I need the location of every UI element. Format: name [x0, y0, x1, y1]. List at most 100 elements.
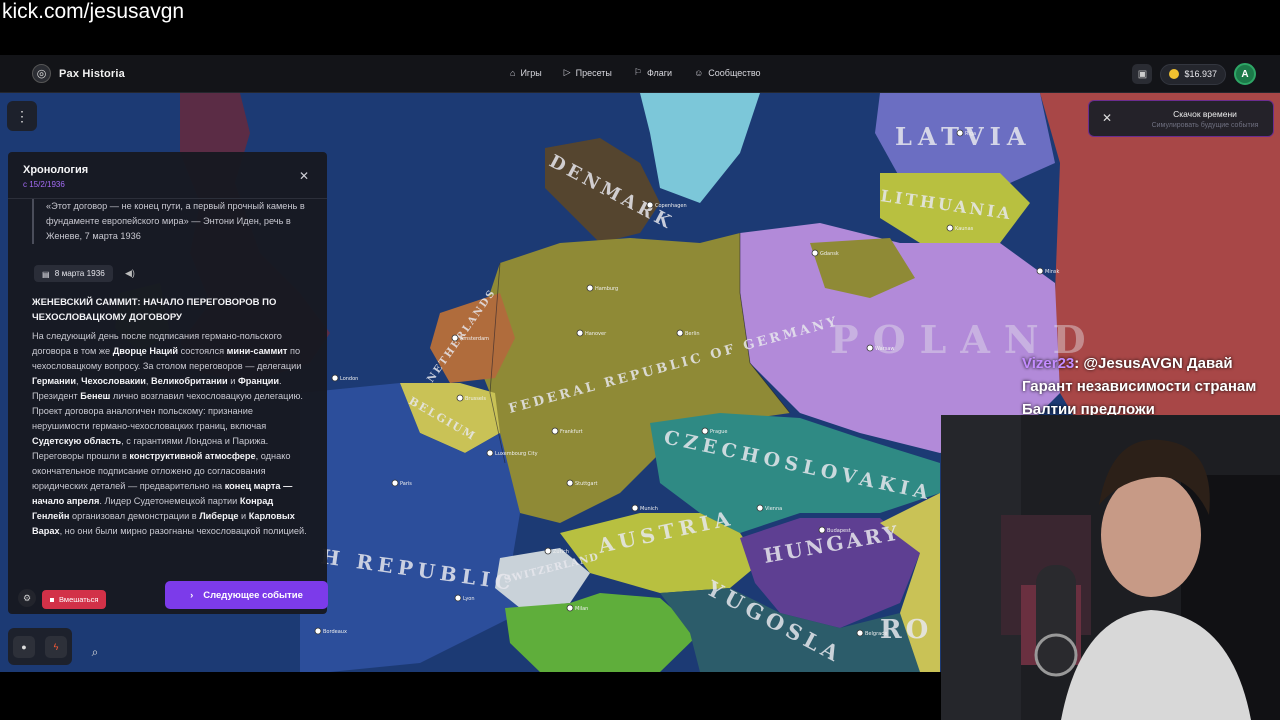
next-event-label: Следующее событие — [203, 589, 303, 601]
city-marker[interactable]: Brussels — [456, 394, 486, 402]
city-label: Munich — [640, 506, 658, 512]
main-nav: ⌂ Игры ▷ Пресеты ⚐ Флаги ☺ Сообщество — [510, 67, 761, 78]
event-text-run: Франции — [237, 376, 280, 386]
city-marker[interactable]: Paris — [391, 479, 412, 487]
brand[interactable]: ◎ Pax Historia — [32, 64, 125, 83]
city-dot[interactable] — [818, 526, 826, 534]
search-icon[interactable]: ⌕ — [84, 641, 106, 663]
city-dot[interactable] — [856, 629, 864, 637]
event-text-run: и — [227, 376, 238, 386]
city-label: Warsaw — [875, 346, 895, 352]
city-marker[interactable]: Munich — [631, 504, 658, 512]
city-marker[interactable]: Hanover — [576, 329, 607, 337]
city-dot[interactable] — [956, 129, 964, 137]
city-dot[interactable] — [486, 449, 494, 457]
timeline-body[interactable]: «Этот договор — не конец пути, а первый … — [8, 199, 327, 614]
city-marker[interactable]: Berlin — [676, 329, 700, 337]
city-dot[interactable] — [314, 627, 322, 635]
city-marker[interactable]: Minsk — [1036, 267, 1059, 275]
city-label: Hanover — [585, 331, 607, 337]
city-dot[interactable] — [866, 344, 874, 352]
city-marker[interactable]: Hamburg — [586, 284, 618, 292]
city-label: Paris — [400, 481, 412, 487]
next-event-button[interactable]: › Следующее событие — [165, 581, 328, 609]
close-icon[interactable]: ✕ — [1102, 111, 1112, 125]
time-skip-card[interactable]: ✕ Скачок времени Симулировать будущие со… — [1088, 100, 1274, 137]
city-dot[interactable] — [676, 329, 684, 337]
chat-bubble-icon[interactable]: ● — [13, 635, 35, 658]
city-label: Gdansk — [820, 251, 839, 257]
nav-games[interactable]: ⌂ Игры — [510, 67, 542, 78]
city-dot[interactable] — [631, 504, 639, 512]
city-marker[interactable]: Gdansk — [811, 249, 839, 257]
city-marker[interactable]: Luxembourg City — [486, 449, 538, 457]
city-marker[interactable]: Warsaw — [866, 344, 895, 352]
city-label: Luxembourg City — [495, 451, 538, 457]
city-marker[interactable]: Lyon — [454, 594, 475, 602]
account-tools: ▣ $16.937 A — [1132, 63, 1256, 85]
gamepad-icon: ⌂ — [510, 67, 516, 78]
city-dot[interactable] — [451, 334, 459, 342]
event-text-run: конструктивной атмосфере — [129, 451, 256, 461]
city-dot[interactable] — [586, 284, 594, 292]
city-dot[interactable] — [551, 427, 559, 435]
city-marker[interactable]: Zurich — [544, 547, 569, 555]
speaker-icon[interactable]: ◀) — [125, 268, 135, 279]
city-dot[interactable] — [456, 394, 464, 402]
city-label: Copenhagen — [655, 203, 687, 209]
city-marker[interactable]: Kaunas — [946, 224, 974, 232]
city-dot[interactable] — [811, 249, 819, 257]
nav-community-label: Сообщество — [708, 67, 761, 78]
nav-community[interactable]: ☺ Сообщество — [694, 67, 761, 78]
city-marker[interactable]: London — [331, 374, 358, 382]
nav-flags[interactable]: ⚐ Флаги — [634, 67, 672, 78]
event-title: ЖЕНЕВСКИЙ САММИТ: НАЧАЛО ПЕРЕГОВОРОВ ПО … — [32, 297, 277, 323]
bottom-toolbar: ● ϟ — [8, 628, 72, 665]
city-dot[interactable] — [576, 329, 584, 337]
city-dot[interactable] — [946, 224, 954, 232]
chat-message-1: Vizer23: @JesusAVGN Давай Гарант независ… — [1022, 352, 1280, 421]
city-label: Kaunas — [955, 226, 974, 232]
users-icon: ☺ — [694, 67, 704, 78]
city-dot[interactable] — [544, 547, 552, 555]
close-icon[interactable]: ✕ — [299, 169, 309, 183]
city-marker[interactable]: Frankfurt — [551, 427, 583, 435]
city-dot[interactable] — [331, 374, 339, 382]
city-label: Stuttgart — [575, 481, 598, 487]
webcam-image — [941, 415, 1280, 720]
city-dot[interactable] — [646, 201, 654, 209]
balance-badge[interactable]: $16.937 — [1160, 63, 1226, 85]
city-dot[interactable] — [701, 427, 709, 435]
city-marker[interactable]: Prague — [701, 427, 727, 435]
city-label: Minsk — [1045, 269, 1059, 275]
city-marker[interactable]: Milan — [566, 604, 588, 612]
lightning-icon[interactable]: ϟ — [45, 635, 67, 658]
event-text-run: , но они были мирно разогнаны чехословац… — [59, 526, 307, 536]
nav-presets-label: Пресеты — [575, 67, 612, 78]
city-dot[interactable] — [391, 479, 399, 487]
more-menu-button[interactable]: ⋮ — [7, 101, 37, 131]
city-label: Zurich — [553, 549, 569, 555]
gift-icon[interactable]: ▣ — [1132, 64, 1153, 84]
balance-value: $16.937 — [1184, 69, 1217, 79]
event-text-run: состоялся — [178, 346, 227, 356]
city-marker[interactable]: Vienna — [756, 504, 782, 512]
city-dot[interactable] — [566, 479, 574, 487]
city-dot[interactable] — [454, 594, 462, 602]
stream-frame: kick.com/jesusavgn DENMARK LATVIA LITHUA… — [0, 0, 1280, 720]
city-marker[interactable]: Belgrade — [856, 629, 887, 637]
event-text-run: Чехословакии — [81, 376, 146, 386]
settings-icon[interactable]: ⚙ — [18, 589, 36, 607]
timeline-since-date: с 15/2/1936 — [23, 180, 65, 189]
city-dot[interactable] — [1036, 267, 1044, 275]
nav-flags-label: Флаги — [646, 67, 673, 78]
city-marker[interactable]: Riga — [956, 129, 976, 137]
city-marker[interactable]: Stuttgart — [566, 479, 598, 487]
city-dot[interactable] — [756, 504, 764, 512]
city-label: Milan — [575, 606, 588, 612]
intervene-button[interactable]: Вмешаться — [42, 590, 107, 609]
nav-presets[interactable]: ▷ Пресеты — [564, 67, 612, 78]
event-text-run: . Лидер Судетонемецкой партии — [99, 496, 240, 506]
city-dot[interactable] — [566, 604, 574, 612]
avatar[interactable]: A — [1234, 63, 1256, 85]
